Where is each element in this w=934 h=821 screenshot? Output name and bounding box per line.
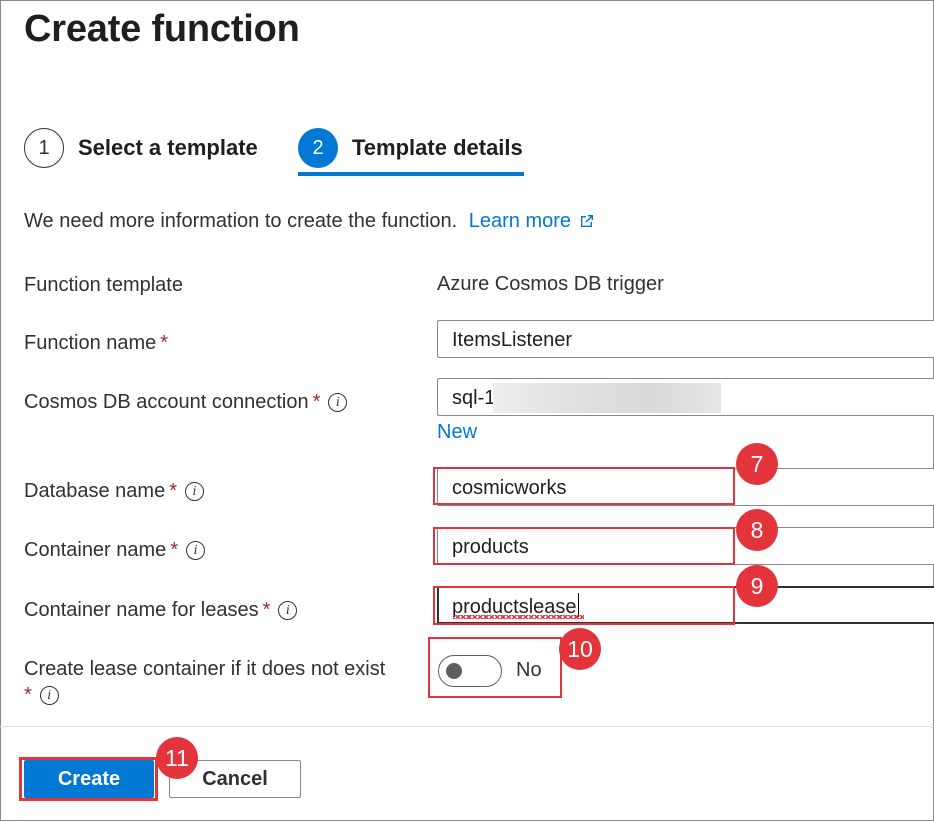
intro-text: We need more information to create the f… [24, 210, 595, 235]
lease-container-text: Container name for leases [24, 599, 259, 621]
required-asterisk: * [262, 599, 271, 621]
required-asterisk: * [312, 391, 321, 413]
container-name-label: Container name * i [24, 537, 206, 563]
required-asterisk: * [160, 332, 169, 354]
callout-badge-9: 9 [736, 565, 778, 607]
step-label-2: Template details [352, 135, 523, 160]
callout-box-7 [433, 467, 735, 505]
step-label-1: Select a template [78, 135, 258, 160]
step-number-2: 2 [298, 128, 338, 168]
lease-container-label: Container name for leases * i [24, 597, 298, 623]
callout-box-11 [19, 757, 158, 801]
callout-badge-7: 7 [736, 443, 778, 485]
callout-box-10 [428, 637, 562, 698]
required-asterisk: * [169, 480, 177, 502]
function-template-value: Azure Cosmos DB trigger [437, 273, 664, 295]
create-lease-label: Create lease container if it does not ex… [24, 656, 424, 708]
new-connection-link[interactable]: New [437, 421, 477, 444]
cosmos-connection-label: Cosmos DB account connection * i [24, 389, 348, 415]
step-select-template[interactable]: 1 Select a template [24, 125, 258, 171]
cosmos-connection-value: sql-1 [452, 387, 496, 409]
database-name-label: Database name * i [24, 478, 204, 504]
required-asterisk: * [170, 539, 179, 561]
function-name-value: ItemsListener [452, 329, 573, 351]
info-icon[interactable]: i [186, 541, 206, 561]
create-lease-text: Create lease container if it does not ex… [24, 658, 386, 680]
callout-box-8 [433, 527, 735, 565]
function-template-label: Function template [24, 274, 183, 296]
required-asterisk: * [24, 684, 32, 706]
info-icon[interactable]: i [328, 393, 348, 413]
info-icon[interactable]: i [278, 601, 298, 621]
info-icon[interactable]: i [39, 686, 59, 706]
function-name-input[interactable]: ItemsListener [437, 320, 934, 358]
container-name-text: Container name [24, 539, 167, 561]
cosmos-connection-text: Cosmos DB account connection [24, 391, 309, 413]
info-icon[interactable]: i [185, 482, 204, 502]
cosmos-connection-select[interactable]: sql-1 [437, 378, 934, 416]
learn-more-label: Learn more [468, 210, 572, 232]
external-link-icon [579, 212, 595, 235]
page-title: Create function [24, 8, 300, 50]
callout-badge-10: 10 [559, 628, 601, 670]
callout-box-9 [433, 586, 735, 625]
function-name-text: Function name [24, 332, 157, 354]
redacted-region [493, 383, 721, 413]
step-number-1: 1 [24, 128, 64, 168]
footer-divider [0, 726, 934, 727]
active-step-indicator [298, 172, 524, 176]
intro-message: We need more information to create the f… [24, 210, 458, 232]
step-template-details[interactable]: 2 Template details [298, 125, 523, 171]
callout-badge-8: 8 [736, 509, 778, 551]
function-name-label: Function name * [24, 330, 168, 356]
callout-badge-11: 11 [156, 737, 198, 779]
learn-more-link[interactable]: Learn more [469, 210, 595, 232]
database-name-text: Database name [24, 480, 166, 502]
